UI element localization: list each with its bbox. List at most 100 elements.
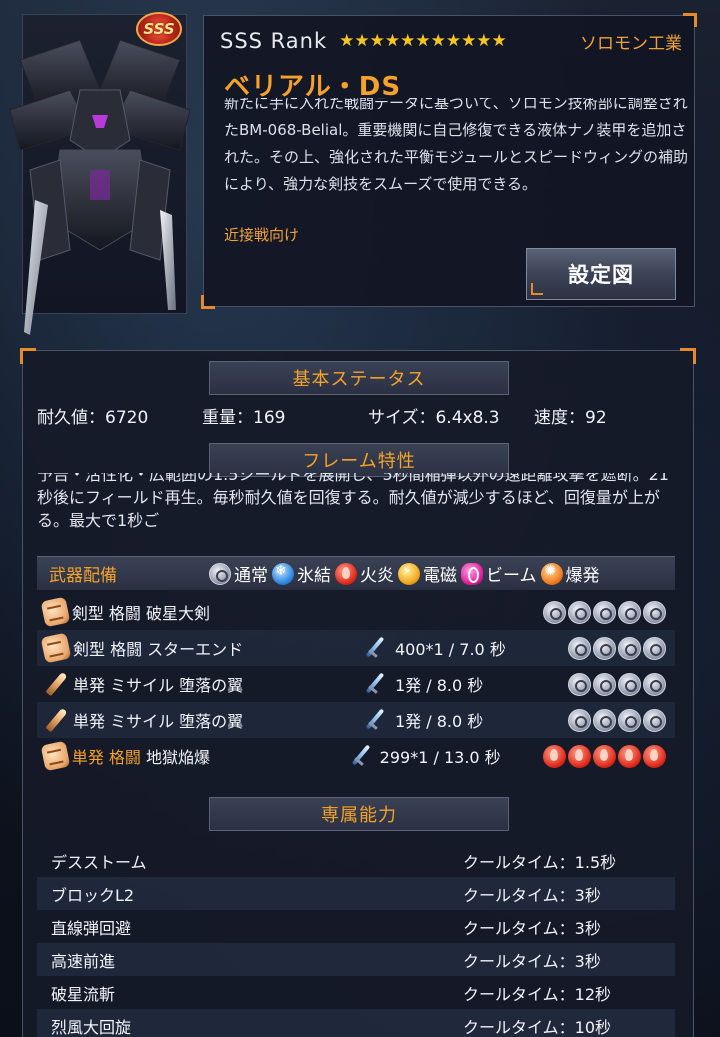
exclusive-ability-title: 専属能力	[209, 797, 509, 831]
normal-attribute-icon	[568, 672, 591, 696]
legend-label: 電磁	[423, 566, 457, 586]
normal-attribute-icon	[568, 636, 591, 660]
electric-attribute-icon	[398, 562, 420, 585]
corner-accent	[680, 348, 696, 364]
mech-illustration	[9, 39, 191, 335]
frame-trait-text[interactable]: 予告・活性化・広範囲の1.5シールドを展開し、5秒間稲弾以外の遠距離攻撃を遮断。…	[37, 473, 677, 541]
legend-label: 爆発	[565, 566, 600, 586]
weapon-row[interactable]: 剣型 格闘 スターエンド 400*1 / 7.0 秒	[37, 630, 675, 666]
melee-weapon-icon	[40, 596, 71, 628]
unit-description-text: 新たに手に入れた戦闘データに基づいて、ソロモン技術部に調整されたBM-068-B…	[224, 98, 688, 193]
rank-text: SSS Rank	[220, 29, 328, 53]
sword-icon	[363, 635, 387, 661]
blast-attribute-icon	[540, 562, 563, 585]
legend-ice: 氷結	[272, 561, 331, 586]
ability-cooldown: クールタイム：1.5秒	[463, 852, 617, 872]
normal-attribute-icon	[618, 600, 641, 624]
normal-attribute-icon	[643, 636, 666, 660]
normal-attribute-icon	[618, 708, 641, 732]
weapon-list: 剣型 格闘 破星大剣 剣型 格闘 スターエンド 400*1 / 7.0 秒 単発…	[37, 594, 675, 774]
ability-cooldown: クールタイム：3秒	[463, 885, 601, 905]
weapon-row[interactable]: 剣型 格闘 破星大剣	[37, 594, 675, 630]
ability-name: 直線弾回避	[51, 918, 132, 938]
weapon-attributes	[542, 600, 667, 624]
normal-attribute-icon	[543, 600, 566, 624]
missile-weapon-icon	[43, 707, 69, 733]
weapon-name: 剣型 格闘 破星大剣	[71, 604, 211, 623]
fire-attribute-icon	[593, 744, 616, 768]
weapon-attributes	[567, 708, 667, 732]
melee-weapon-icon	[40, 740, 71, 772]
normal-attribute-icon	[643, 672, 666, 696]
sword-icon	[363, 671, 387, 697]
missile-weapon-icon	[43, 671, 69, 697]
ability-row[interactable]: デスストーム クールタイム：1.5秒	[37, 844, 675, 877]
ability-cooldown: クールタイム：10秒	[463, 1017, 612, 1037]
weapon-stat: 299*1 / 13.0 秒	[379, 748, 501, 767]
fire-attribute-icon	[568, 744, 591, 768]
ice-attribute-icon	[272, 562, 294, 585]
weight-stat: 重量：169	[202, 408, 286, 428]
legend-fire: 火炎	[335, 561, 394, 586]
unit-description[interactable]: 新たに手に入れた戦闘データに基づいて、ソロモン技術部に調整されたBM-068-B…	[224, 98, 688, 210]
ability-name: ブロックL2	[51, 885, 135, 905]
ability-cooldown: クールタイム：12秒	[463, 984, 612, 1004]
size-stat: サイズ：6.4x8.3	[368, 408, 500, 428]
fire-attribute-icon	[335, 562, 357, 585]
legend-label: 氷結	[297, 566, 331, 586]
weapon-attributes	[567, 636, 667, 660]
normal-attribute-icon	[593, 636, 616, 660]
corner-accent	[683, 13, 697, 27]
legend-normal: 通常	[209, 561, 268, 586]
attribute-legend: 通常 氷結 火炎 電磁 ビーム 爆発	[209, 561, 604, 586]
weapon-row[interactable]: 単発 ミサイル 堕落の翼 1発 / 8.0 秒	[37, 702, 675, 738]
weapon-stat: 400*1 / 7.0 秒	[395, 640, 506, 659]
frame-trait-body: 予告・活性化・広範囲の1.5シールドを展開し、5秒間稲弾以外の遠距離攻撃を遮断。…	[37, 473, 669, 530]
normal-attribute-icon	[568, 708, 591, 732]
settings-diagram-button[interactable]: 設定図	[526, 248, 676, 300]
normal-attribute-icon	[568, 600, 591, 624]
weapon-attributes	[567, 672, 667, 696]
sword-icon	[363, 707, 387, 733]
weapon-name: 単発 ミサイル 堕落の翼	[73, 676, 244, 695]
beam-attribute-icon	[461, 562, 483, 585]
legend-blast: 爆発	[540, 561, 600, 586]
weapon-header: 武器配備 通常 氷結 火炎 電磁 ビーム 爆発	[37, 556, 675, 590]
corner-accent	[201, 295, 215, 309]
ability-row[interactable]: 高速前進 クールタイム：3秒	[37, 943, 675, 976]
weapon-section-title: 武器配備	[49, 566, 117, 586]
sword-icon	[349, 743, 372, 769]
weapon-stat: 1発 / 8.0 秒	[395, 712, 484, 731]
ability-cooldown: クールタイム：3秒	[463, 918, 601, 938]
legend-label: 通常	[234, 566, 268, 586]
basic-status-row: 耐久値：6720 重量：169 サイズ：6.4x8.3 速度：92	[37, 403, 677, 428]
manufacturer: ソロモン工業	[580, 33, 682, 54]
unit-info-panel: SSS Rank ★★★★★★★★★★★ ソロモン工業 ベリアル・DS 新たに手…	[201, 13, 697, 309]
normal-attribute-icon	[593, 708, 616, 732]
star-rating: ★★★★★★★★★★★	[339, 31, 507, 51]
weapon-attributes	[542, 744, 667, 768]
basic-status-title: 基本ステータス	[209, 361, 509, 395]
weapon-name: 単発 格闘 地獄焔爆	[72, 744, 349, 768]
normal-attribute-icon	[643, 708, 666, 732]
fire-attribute-icon	[543, 744, 566, 768]
ability-row[interactable]: 破星流斬 クールタイム：12秒	[37, 976, 675, 1009]
rank-badge: SSS	[136, 12, 182, 46]
ability-name: デスストーム	[51, 852, 147, 872]
normal-attribute-icon	[209, 562, 231, 585]
unit-detail-panel[interactable]: 基本ステータス 耐久値：6720 重量：169 サイズ：6.4x8.3 速度：9…	[20, 348, 696, 1037]
ability-row[interactable]: 烈風大回旋 クールタイム：10秒	[37, 1009, 675, 1037]
ability-row[interactable]: ブロックL2 クールタイム：3秒	[37, 877, 675, 910]
weapon-row[interactable]: 単発 格闘 地獄焔爆 299*1 / 13.0 秒	[37, 738, 675, 774]
normal-attribute-icon	[643, 600, 666, 624]
weapon-type-highlight: 単発 格闘	[71, 748, 141, 767]
melee-weapon-icon	[40, 632, 72, 664]
weapon-row[interactable]: 単発 ミサイル 堕落の翼 1発 / 8.0 秒	[37, 666, 675, 702]
weapon-name: 剣型 格闘 スターエンド	[73, 640, 244, 659]
rank-row: SSS Rank ★★★★★★★★★★★ ソロモン工業	[220, 26, 682, 56]
ability-name: 破星流斬	[51, 984, 116, 1004]
ability-row[interactable]: 直線弾回避 クールタイム：3秒	[37, 910, 675, 943]
fire-attribute-icon	[643, 744, 666, 768]
legend-elec: 電磁	[398, 561, 457, 586]
ability-list[interactable]: デスストーム クールタイム：1.5秒 ブロックL2 クールタイム：3秒 直線弾回…	[37, 844, 675, 1037]
